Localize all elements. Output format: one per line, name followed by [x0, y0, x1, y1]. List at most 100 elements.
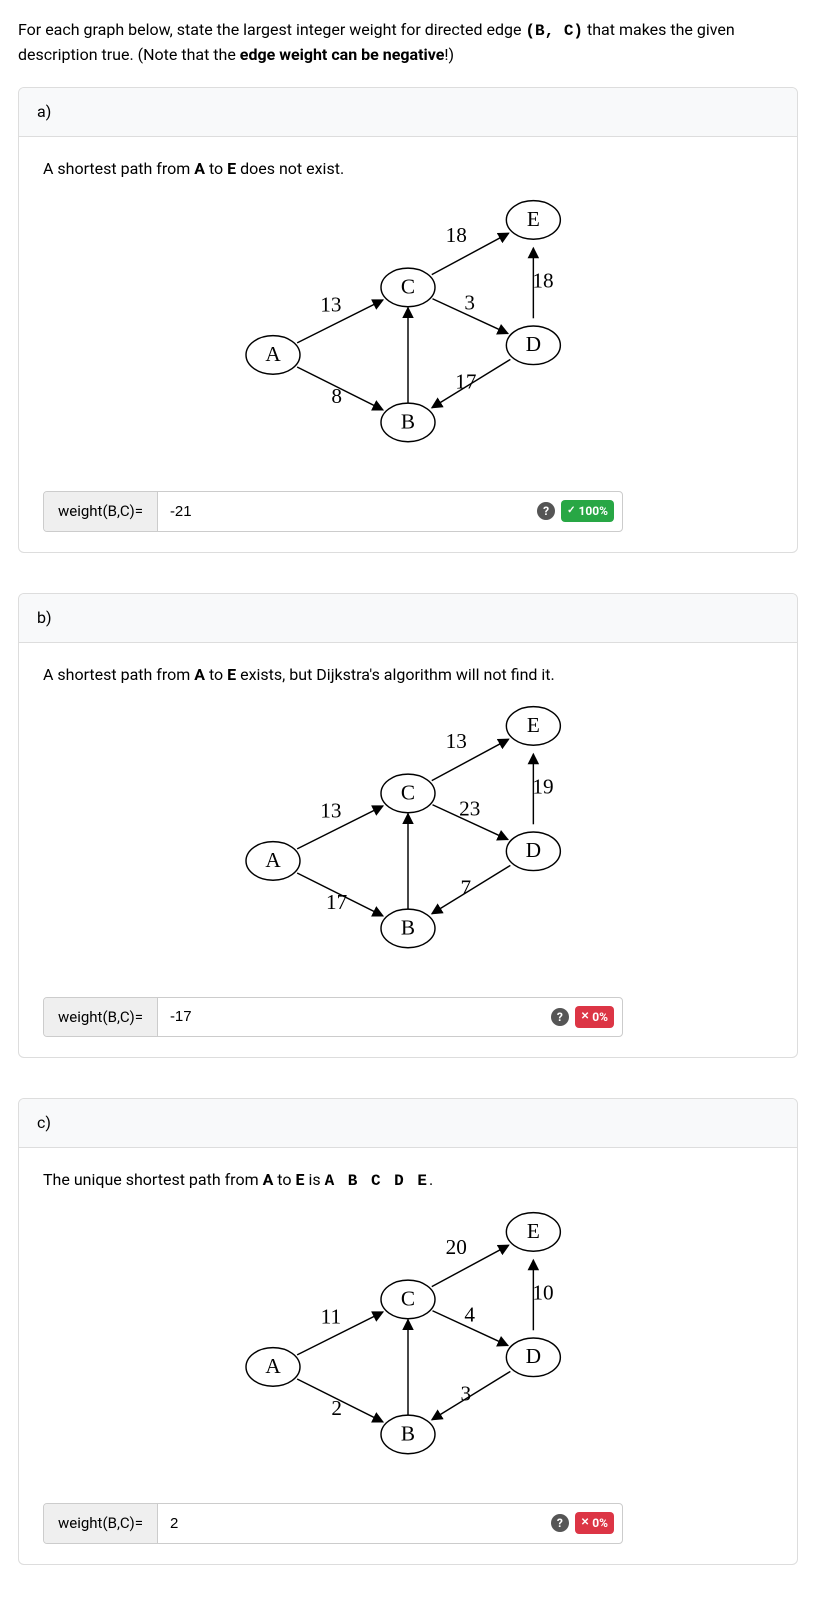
svg-text:D: D [526, 1344, 541, 1368]
edge-AC: 13 [297, 798, 383, 848]
help-icon[interactable]: ? [551, 1008, 569, 1026]
svg-text:A: A [265, 847, 281, 871]
node-B: B [381, 1415, 435, 1454]
part-card-0: a) A shortest path from A to E does not … [18, 87, 798, 553]
svg-text:B: B [401, 409, 415, 433]
prompt-text-post: !) [444, 45, 454, 64]
node-E: E [506, 201, 560, 240]
svg-text:23: 23 [459, 796, 480, 820]
svg-text:11: 11 [321, 1305, 341, 1329]
edge-CE: 13 [432, 729, 509, 780]
node-E: E [506, 706, 560, 745]
answer-label: weight(B,C)= [44, 998, 158, 1037]
svg-text:C: C [401, 1286, 415, 1310]
badge-text: 100% [578, 502, 608, 520]
edge-AC: 13 [297, 293, 383, 343]
part-description: The unique shortest path from A to E is … [43, 1168, 773, 1193]
node-A: A [246, 336, 300, 375]
graph-container: 13 8 18 3 17 18 A B C D E [43, 191, 773, 461]
svg-text:B: B [401, 915, 415, 939]
part-card-2: c) The unique shortest path from A to E … [18, 1098, 798, 1565]
badge-icon: ✕ [581, 1012, 589, 1022]
svg-text:E: E [527, 207, 540, 231]
answer-row: weight(B,C)= ? ✓ 100% [43, 491, 623, 532]
node-C: C [381, 268, 435, 307]
svg-text:18: 18 [446, 223, 467, 247]
node-D: D [506, 832, 560, 871]
svg-text:E: E [527, 712, 540, 736]
graph-container: 11 2 20 4 3 10 A B C D E [43, 1203, 773, 1473]
svg-text:10: 10 [532, 1280, 553, 1304]
svg-text:13: 13 [320, 798, 341, 822]
answer-input[interactable] [158, 495, 537, 528]
svg-text:D: D [526, 332, 541, 356]
node-C: C [381, 1280, 435, 1319]
help-icon[interactable]: ? [551, 1514, 569, 1532]
edge-CD: 23 [433, 796, 508, 839]
badge-text: 0% [592, 1514, 608, 1532]
edge-CE: 20 [432, 1235, 509, 1286]
edge-DB: 17 [432, 359, 511, 407]
edge-CE: 18 [432, 223, 509, 274]
part-label: c) [19, 1099, 797, 1148]
edge-CD: 4 [433, 1303, 508, 1346]
svg-text:7: 7 [461, 875, 472, 899]
edge-CD: 3 [433, 291, 508, 334]
edge-AC: 11 [297, 1305, 383, 1355]
node-D: D [506, 326, 560, 365]
svg-text:B: B [401, 1421, 415, 1445]
badge-icon: ✕ [581, 1518, 589, 1528]
answer-row: weight(B,C)= ? ✕ 0% [43, 997, 623, 1038]
part-description: A shortest path from A to E exists, but … [43, 663, 773, 687]
score-badge: ✕ 0% [575, 1006, 614, 1028]
svg-text:E: E [527, 1219, 540, 1243]
svg-text:19: 19 [532, 774, 553, 798]
part-card-1: b) A shortest path from A to E exists, b… [18, 593, 798, 1059]
node-D: D [506, 1338, 560, 1377]
part-label: a) [19, 88, 797, 137]
score-badge: ✕ 0% [575, 1512, 614, 1534]
node-C: C [381, 774, 435, 813]
svg-text:A: A [265, 342, 281, 366]
svg-text:C: C [401, 274, 415, 298]
graph-svg: 13 8 18 3 17 18 A B C D E [208, 191, 608, 461]
answer-label: weight(B,C)= [44, 492, 158, 531]
svg-text:8: 8 [331, 384, 342, 408]
svg-text:20: 20 [446, 1235, 467, 1259]
help-icon[interactable]: ? [537, 502, 555, 520]
svg-text:D: D [526, 838, 541, 862]
edge-AB: 2 [297, 1379, 383, 1422]
answer-input[interactable] [158, 1507, 551, 1540]
svg-text:A: A [265, 1354, 281, 1378]
answer-input[interactable] [158, 1000, 551, 1033]
badge-text: 0% [592, 1008, 608, 1026]
graph-container: 13 17 13 23 7 19 A B C D E [43, 697, 773, 967]
part-label: b) [19, 594, 797, 643]
svg-text:3: 3 [464, 291, 475, 315]
part-description: A shortest path from A to E does not exi… [43, 157, 773, 181]
prompt-bold: edge weight can be negative [240, 45, 445, 64]
svg-text:13: 13 [320, 293, 341, 317]
edge-DE: 18 [532, 248, 553, 318]
node-A: A [246, 841, 300, 880]
edge-DE: 10 [532, 1260, 553, 1330]
node-B: B [381, 403, 435, 442]
node-B: B [381, 909, 435, 948]
graph-svg: 13 17 13 23 7 19 A B C D E [208, 697, 608, 967]
svg-text:17: 17 [455, 370, 476, 394]
edge-AB: 8 [297, 367, 383, 410]
svg-text:13: 13 [446, 729, 467, 753]
prompt-edge: (B, C) [525, 22, 583, 40]
badge-icon: ✓ [567, 506, 575, 516]
edge-DB: 3 [432, 1371, 511, 1419]
svg-text:3: 3 [461, 1382, 472, 1406]
svg-text:18: 18 [532, 268, 553, 292]
node-E: E [506, 1213, 560, 1252]
edge-DE: 19 [532, 753, 553, 823]
svg-text:2: 2 [331, 1396, 342, 1420]
svg-text:4: 4 [464, 1303, 475, 1327]
prompt-text-pre: For each graph below, state the largest … [18, 20, 525, 39]
graph-svg: 11 2 20 4 3 10 A B C D E [208, 1203, 608, 1473]
answer-row: weight(B,C)= ? ✕ 0% [43, 1503, 623, 1544]
score-badge: ✓ 100% [561, 500, 614, 522]
